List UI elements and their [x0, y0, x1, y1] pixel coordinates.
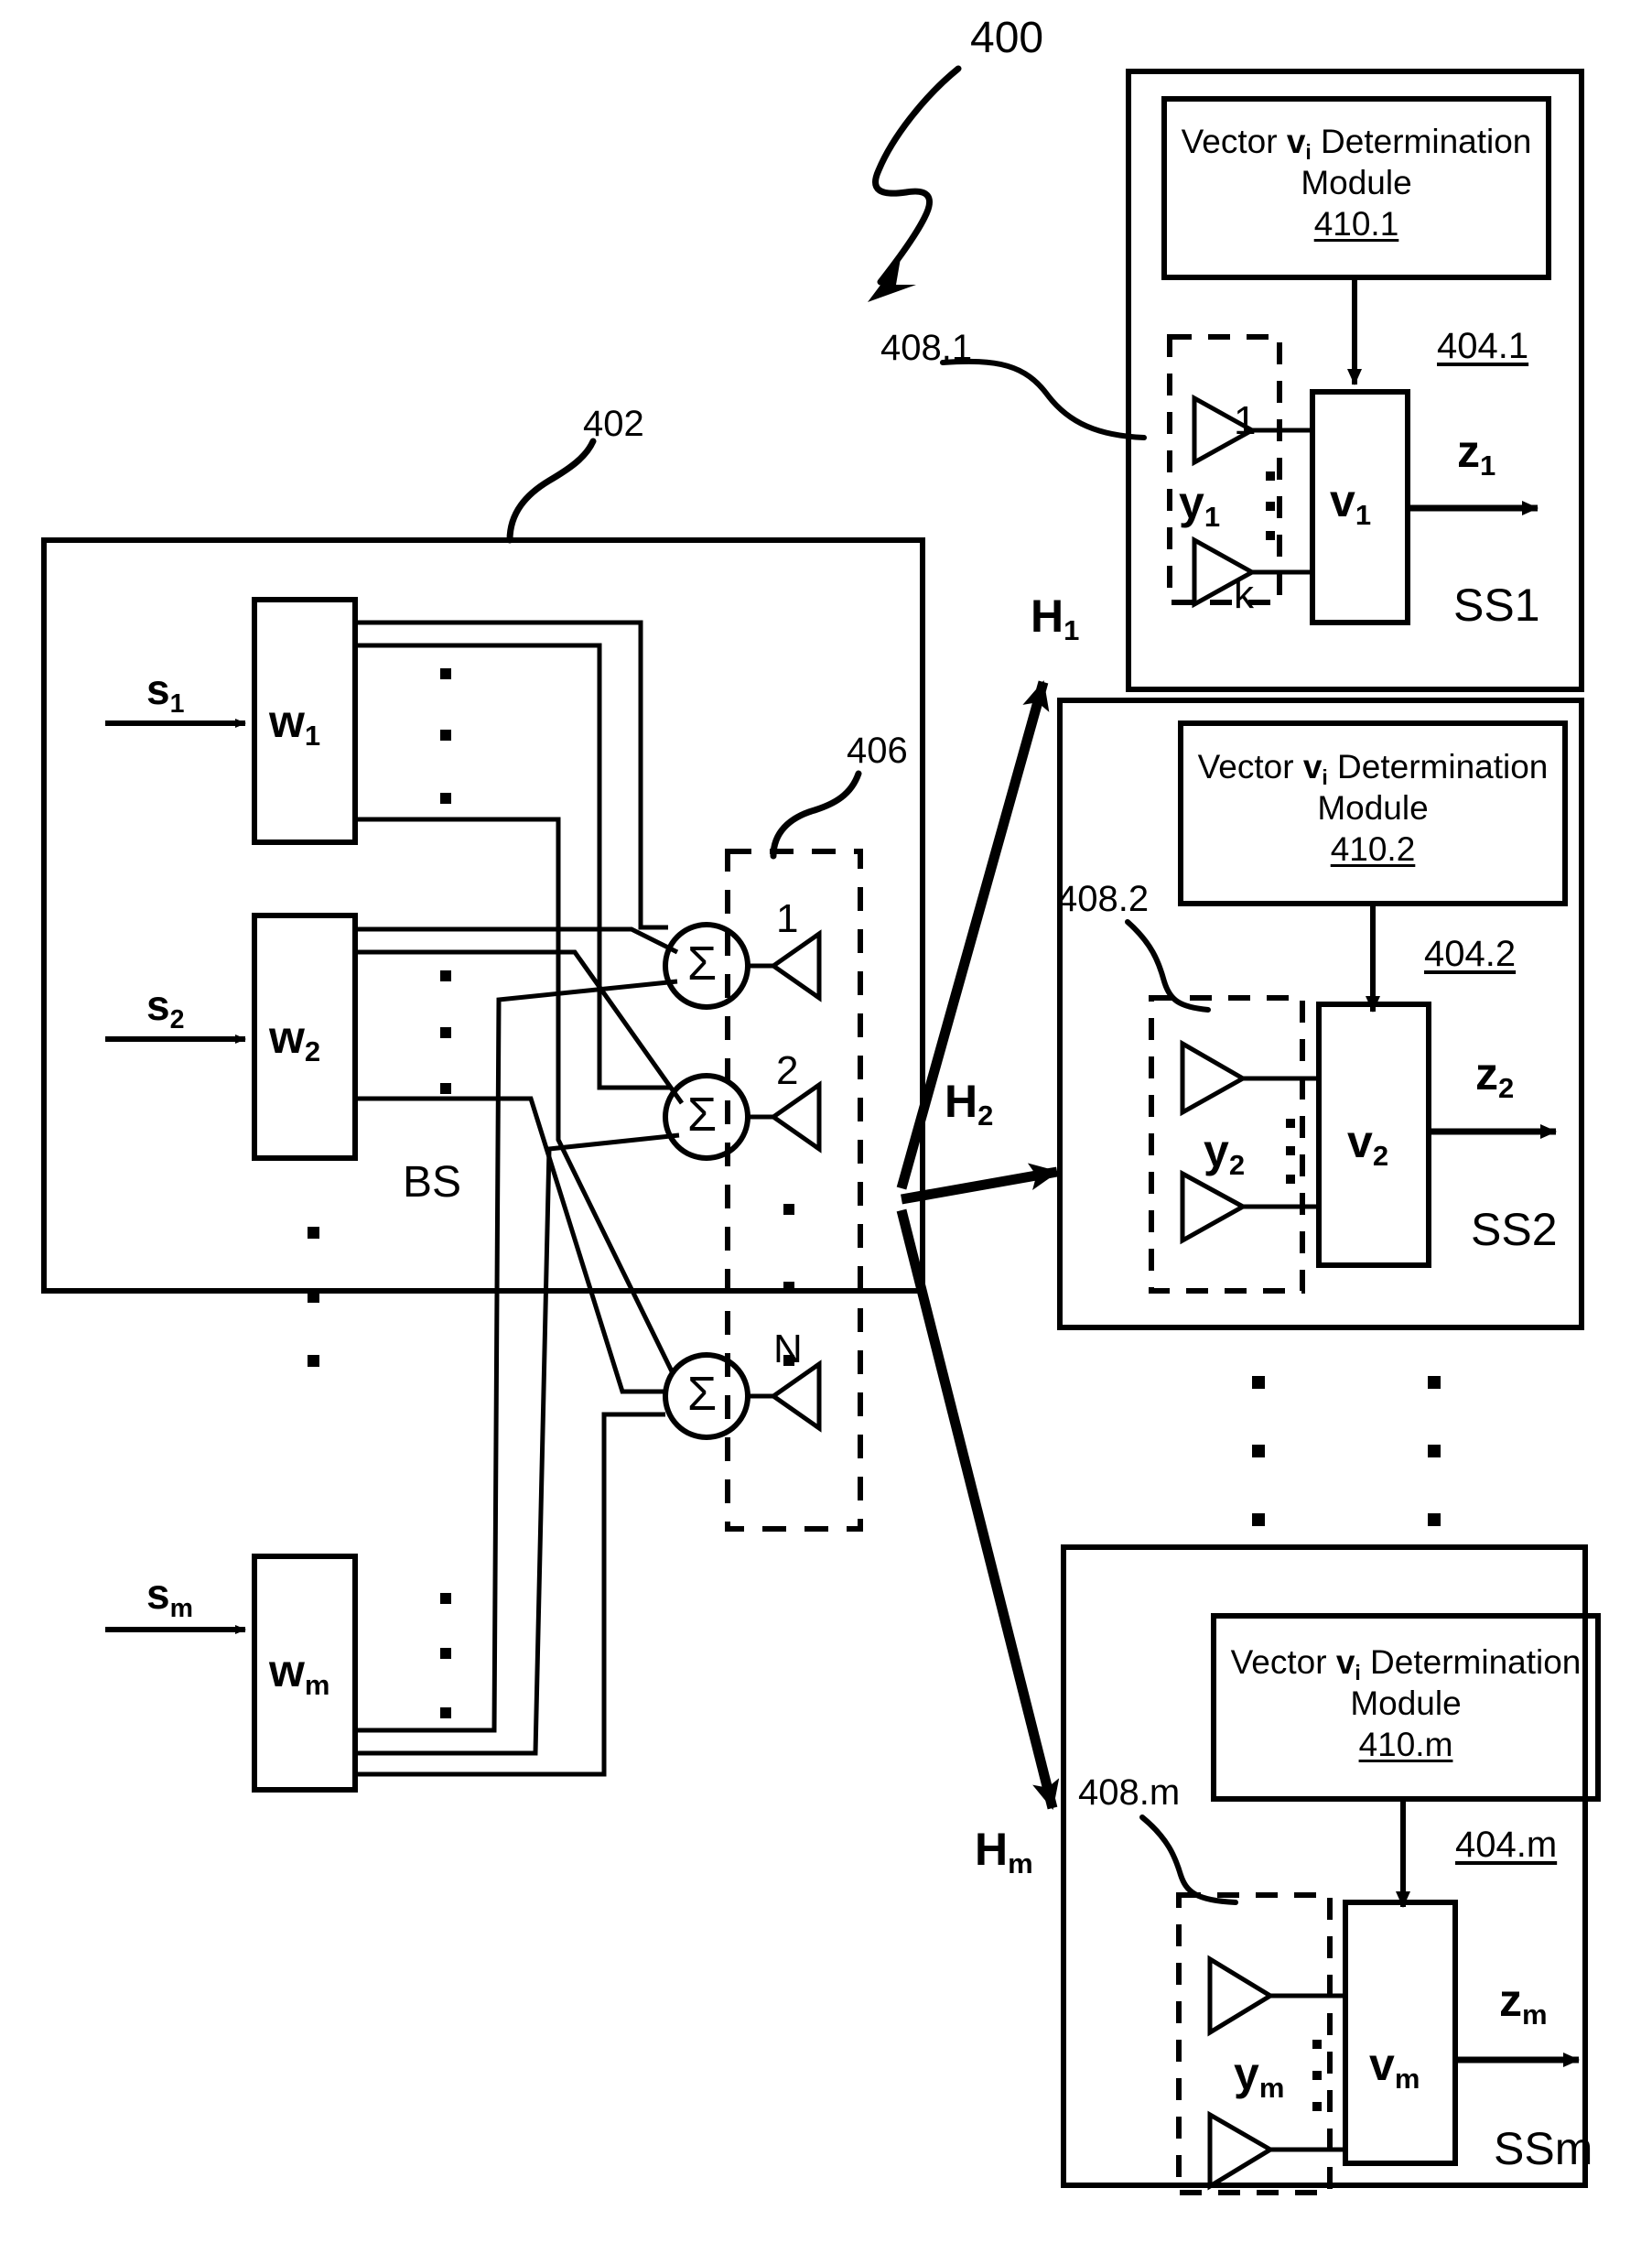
ref-408-1-label: 408.1: [880, 328, 973, 368]
output-label-z1: z1: [1457, 426, 1496, 482]
sigma-icon-N: Σ: [687, 1368, 718, 1421]
channel-label-H1: H1: [1031, 590, 1080, 647]
ref-408-1-leader: [940, 358, 1147, 440]
station-name-ss1: SS1: [1453, 580, 1540, 631]
bs-antenna-label-N: N: [773, 1327, 803, 1371]
weight-block-label-w2: w2: [269, 1012, 321, 1068]
sigma-icon-2: Σ: [687, 1089, 718, 1142]
station-ellipsis-right: [1428, 1376, 1441, 1526]
receive-signal-label-y2: y2: [1204, 1125, 1246, 1182]
station-ellipsis-left: [1252, 1376, 1265, 1526]
combiner-label-v2: v2: [1347, 1116, 1389, 1173]
input-label-s2: s2: [146, 981, 185, 1035]
ref-408-m-leader: [1139, 1814, 1238, 1905]
ref-406-label: 406: [847, 731, 908, 771]
vector-module-title-ss1: Vector vi Determination Module 410.1: [1181, 123, 1532, 244]
output-label-zm: zm: [1499, 1975, 1548, 2031]
station-name-ss2: SS2: [1471, 1204, 1558, 1255]
figure-line-art: [41, 65, 1601, 2195]
channel-label-H2: H2: [945, 1076, 994, 1132]
ss2-antenna-wires: [1243, 1076, 1319, 1209]
ref-406-leader: [770, 770, 862, 860]
base-station-label: BS: [403, 1158, 462, 1207]
patent-figure-400: 400 402 BS 406 s1 s2 sm w1 w2 wm Σ Σ Σ 1…: [0, 0, 1652, 2264]
combiner-label-vm: vm: [1369, 2039, 1420, 2096]
input-label-sm: sm: [146, 1570, 193, 1623]
wm-output-ellipsis: [440, 1593, 451, 1718]
figure-number-leader: [872, 65, 962, 286]
ref-402-label: 402: [583, 404, 644, 444]
channel-arrow-Hm: [896, 1208, 1060, 1810]
ref-404-2-label: 404.2: [1424, 934, 1517, 974]
receive-signal-label-ym: ym: [1234, 2048, 1285, 2105]
ss1-antenna-ellipsis: [1266, 471, 1275, 540]
ref-404-1-label: 404.1: [1437, 326, 1529, 366]
w2-output-ellipsis: [440, 970, 451, 1094]
input-label-s1: s1: [146, 666, 185, 719]
antenna-feed-lines: [748, 963, 773, 1399]
bs-antenna-label-2: 2: [776, 1048, 799, 1093]
vector-module-title-ss2: Vector vi Determination Module 410.2: [1197, 748, 1549, 869]
bs-antenna-label-1: 1: [776, 896, 799, 941]
channel-label-Hm: Hm: [975, 1824, 1033, 1880]
ref-402-leader: [506, 438, 597, 544]
ssm-antenna-ellipsis: [1312, 2040, 1322, 2111]
antenna-group-box-408-1: [1167, 334, 1282, 605]
ref-408-m-label: 408.m: [1078, 1772, 1181, 1813]
combiner-label-v1: v1: [1330, 475, 1372, 532]
ss1-antenna-label-1: 1: [1234, 398, 1257, 443]
w1-output-ellipsis: [440, 668, 451, 804]
ss2-antenna-ellipsis: [1286, 1119, 1295, 1184]
ref-408-2-label: 408.2: [1057, 879, 1150, 919]
weight-block-label-w1: w1: [269, 696, 321, 753]
vector-module-title-ssm: Vector vi Determination Module 410.m: [1230, 1643, 1582, 1764]
combiner-block-vm: [1343, 1900, 1458, 2166]
receive-signal-label-y1: y1: [1179, 477, 1221, 534]
bs-block-ellipsis: [308, 1227, 319, 1367]
sigma-icon-1: Σ: [687, 937, 718, 991]
output-label-z2: z2: [1475, 1048, 1515, 1105]
ss1-antenna-label-k: k: [1234, 572, 1254, 617]
weight-block-label-wm: wm: [269, 1645, 330, 1702]
station-name-ssm: SSm: [1494, 2123, 1593, 2174]
figure-number: 400: [970, 14, 1044, 62]
ref-404-m-label: 404.m: [1455, 1825, 1558, 1865]
